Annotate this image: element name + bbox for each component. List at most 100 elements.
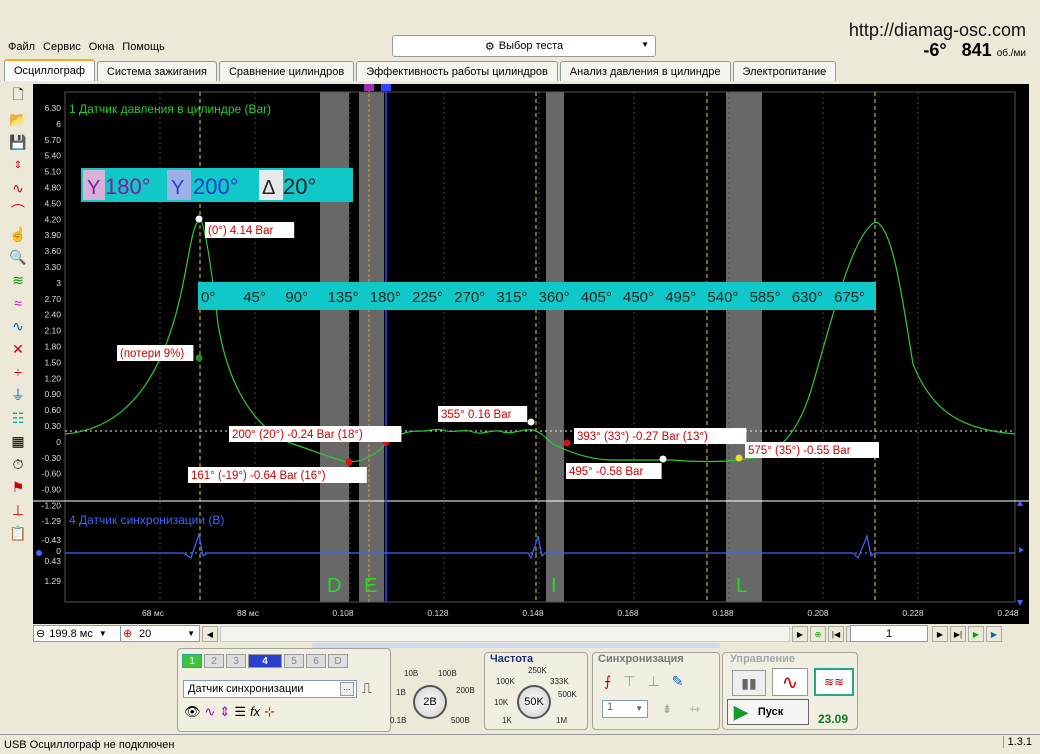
vertical-arrows-icon[interactable]: ⇕ <box>219 704 230 720</box>
first-page-button[interactable]: |◀ <box>828 626 844 642</box>
channel-5-button[interactable]: 5 <box>284 654 304 668</box>
zoom-in-icon[interactable]: ⊕ <box>123 627 132 640</box>
invert-icon[interactable]: ⊹ <box>264 704 275 720</box>
play-button[interactable]: ▶ <box>968 626 984 642</box>
filter-icon[interactable]: ⏚ <box>6 384 30 406</box>
x-tick-label: 88 мс <box>237 608 260 618</box>
tab-oscilloscope[interactable]: Осциллограф <box>4 59 95 81</box>
degree-label: 0° <box>201 289 215 306</box>
menu-windows[interactable]: Окна <box>89 41 115 53</box>
y-tick-label-ch4: 0 <box>56 546 61 556</box>
channel-2-button[interactable]: 2 <box>204 654 224 668</box>
fx-icon[interactable]: fx <box>250 704 260 720</box>
channel-3-button[interactable]: 3 <box>226 654 246 668</box>
play-blue-button[interactable]: ▶ <box>986 626 1002 642</box>
auto-scale-icon[interactable]: ⇕ <box>6 154 30 176</box>
sync-edit-icon[interactable]: ✎ <box>672 673 684 690</box>
add-page-button[interactable]: ⊕ <box>810 626 826 642</box>
hand-icon[interactable]: ☝ <box>6 223 30 245</box>
sync-up-icon[interactable]: ⊤ <box>623 673 635 690</box>
channel-1-button[interactable]: 1 <box>182 654 202 668</box>
scroll-left-button[interactable]: ◀ <box>202 626 218 642</box>
tab-bar: Осциллограф Система зажигания Сравнение … <box>4 59 838 81</box>
chevron-down-icon[interactable]: ▼ <box>635 704 643 713</box>
filter-wave-icon[interactable]: ∿ <box>6 315 30 337</box>
channel-d-button[interactable]: D <box>328 654 348 668</box>
channel-6-button[interactable]: 6 <box>306 654 326 668</box>
start-button[interactable]: ▶ Пуск <box>727 699 809 725</box>
degree-label: 360° <box>539 289 570 306</box>
fps-readout: 23.09 <box>818 712 849 726</box>
voltage-knob[interactable]: 2В <box>413 685 447 719</box>
waveform-icon[interactable]: ∿ <box>6 177 30 199</box>
page-number[interactable]: 1 <box>850 625 928 642</box>
freq-label-10k: 10K <box>494 698 509 707</box>
degree-label: 405° <box>581 289 612 306</box>
lines-icon[interactable]: ☰ <box>234 704 246 720</box>
ch1-label: 1 Датчик давления в цилиндре (Bar) <box>69 102 271 116</box>
menu-file[interactable]: Файл <box>8 41 35 53</box>
sync-shift-icon[interactable]: ⇿ <box>690 702 700 716</box>
flag-icon[interactable]: ⚑ <box>6 476 30 498</box>
sync-channel-select[interactable]: 1 ▼ <box>602 700 648 718</box>
rising-edge-icon[interactable]: ⨍ <box>604 673 611 690</box>
pause-button[interactable]: ▮▮ <box>732 670 766 696</box>
continuous-wave-button[interactable]: ≋≋ <box>814 668 854 696</box>
x-tick-label: 0.188 <box>712 608 734 618</box>
scroll-right-button[interactable]: ▶ <box>792 626 808 642</box>
timebase-value: 199.8 мс <box>49 627 93 640</box>
chevron-down-icon[interactable]: ▼ <box>187 629 195 638</box>
open-folder-icon[interactable]: 📂 <box>6 108 30 130</box>
tab-cylinder-efficiency[interactable]: Эффективность работы цилиндров <box>356 61 558 81</box>
channel-name-field[interactable]: Датчик синхронизации ... <box>183 680 357 698</box>
wave-icon[interactable]: ∿ <box>205 704 216 720</box>
wave-color-icon[interactable]: ≈ <box>6 292 30 314</box>
probe-icon[interactable]: ⎍ <box>362 680 372 697</box>
save-icon[interactable]: 💾 <box>6 131 30 153</box>
menu-help[interactable]: Помощь <box>122 41 165 53</box>
arc-icon[interactable]: ⌒ <box>6 200 30 222</box>
x-tick-label: 0.228 <box>902 608 924 618</box>
auto-timer-icon[interactable]: ⏱ <box>6 453 30 475</box>
scrollbar[interactable] <box>220 626 790 642</box>
annotation-label: (0°) 4.14 Bar <box>208 225 273 237</box>
site-url[interactable]: http://diamag-osc.com <box>849 20 1026 41</box>
test-select[interactable]: ⚙ Выбор теста ▼ <box>392 35 656 57</box>
tab-power[interactable]: Электропитание <box>732 61 837 81</box>
zoom-icon[interactable]: 🔍 <box>6 246 30 268</box>
test-select-label: Выбор теста <box>498 40 564 52</box>
zoom-out-icon[interactable]: ⊖ <box>36 627 45 640</box>
annotation-label: 495° -0.58 Bar <box>569 466 643 478</box>
frequency-knob[interactable]: 50K <box>517 685 551 719</box>
svg-text:Y: Y <box>87 177 100 199</box>
tab-ignition[interactable]: Система зажигания <box>96 61 217 81</box>
new-file-icon[interactable]: 🗋 <box>6 85 30 107</box>
divs-select[interactable]: ⊕ 20 ▼ <box>120 625 200 642</box>
last-page-button[interactable]: ▶| <box>950 626 966 642</box>
eye-icon[interactable]: 👁 <box>184 704 201 720</box>
divide-icon[interactable]: ÷ <box>6 361 30 383</box>
chevron-down-icon[interactable]: ▼ <box>99 629 107 638</box>
y-tick-label: 5.70 <box>44 135 61 145</box>
x-tick-label: 68 мс <box>142 608 165 618</box>
tab-pressure-analysis[interactable]: Анализ давления в цилиндре <box>559 61 731 81</box>
single-wave-button[interactable]: ∿ <box>772 668 808 696</box>
sync-level-icon[interactable]: ⇟ <box>662 702 672 716</box>
menu-service[interactable]: Сервис <box>43 41 81 53</box>
table-icon[interactable]: ▦ <box>6 430 30 452</box>
marker-icon[interactable]: ⊥ <box>6 499 30 521</box>
channel-4-button[interactable]: 4 <box>248 654 282 668</box>
freq-label-1m: 1M <box>556 716 568 725</box>
cross-icon[interactable]: ✕ <box>6 338 30 360</box>
multi-wave-icon[interactable]: ≋ <box>6 269 30 291</box>
oscilloscope-screen[interactable]: 1 Датчик давления в цилиндре (Bar) 4 Дат… <box>33 84 1029 624</box>
y-tick-label: 2.10 <box>44 326 61 336</box>
y-tick-label: -1.20 <box>42 501 62 511</box>
tab-cylinder-compare[interactable]: Сравнение цилиндров <box>218 61 355 81</box>
sync-down-icon[interactable]: ⊥ <box>648 673 660 690</box>
next-page-button[interactable]: ▶ <box>932 626 948 642</box>
channels-icon[interactable]: ☷ <box>6 407 30 429</box>
notes-icon[interactable]: 📋 <box>6 522 30 544</box>
more-icon[interactable]: ... <box>340 682 354 696</box>
y-tick-label: 1.50 <box>44 357 61 367</box>
